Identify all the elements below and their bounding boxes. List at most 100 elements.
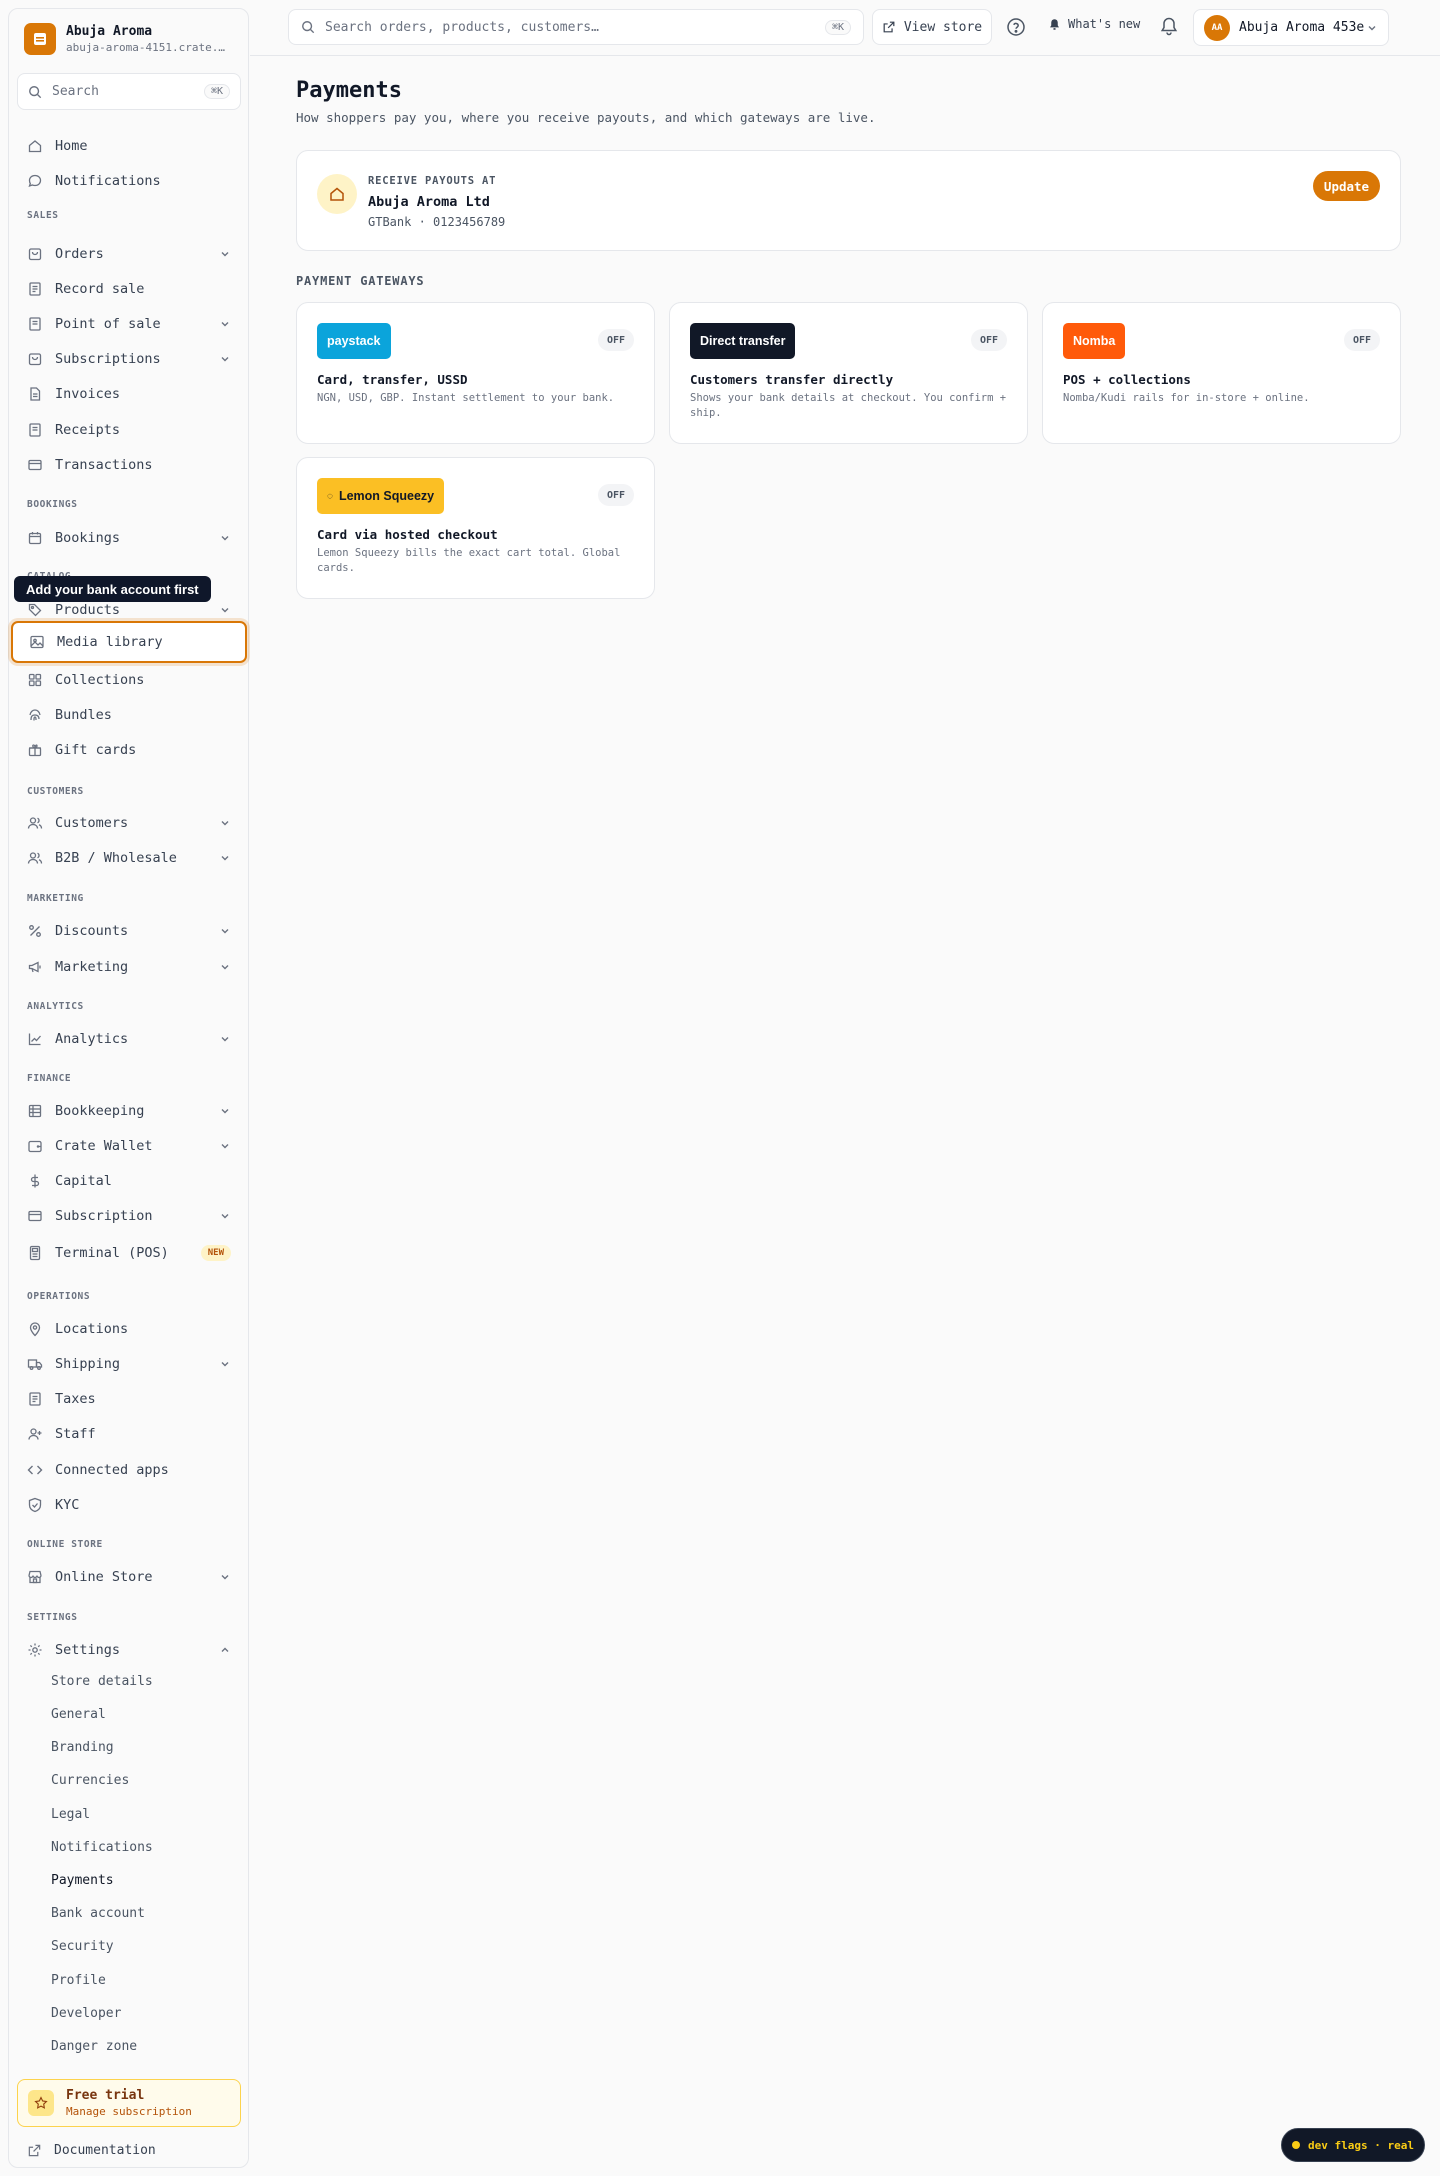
sidebar-search[interactable]: Search ⌘K	[17, 73, 241, 110]
sidebar: Abuja Aroma abuja-aroma-4151.crate.to Se…	[8, 8, 249, 2168]
users-icon	[27, 817, 43, 829]
sidebar-item-kyc[interactable]: KYC	[17, 1489, 241, 1521]
sidebar-item-media-library[interactable]: Media library	[11, 621, 247, 663]
store-switcher[interactable]: Abuja Aroma abuja-aroma-4151.crate.to	[24, 23, 226, 55]
page-title: Payments	[296, 78, 402, 103]
sidebar-item-analytics[interactable]: Analytics	[17, 1023, 241, 1055]
grid-icon	[28, 673, 42, 687]
sidebar-item-b2b-wholesale[interactable]: B2B / Wholesale	[17, 842, 241, 874]
settings-sub-profile[interactable]: Profile	[51, 1973, 106, 1988]
documentation-link[interactable]: Documentation	[27, 2143, 156, 2158]
settings-sub-security[interactable]: Security	[51, 1939, 114, 1954]
settings-sub-payments[interactable]: Payments	[51, 1873, 114, 1888]
gateway-card-paystack[interactable]: paystack OFF Card, transfer, USSD NGN, U…	[296, 302, 655, 444]
sidebar-item-marketing[interactable]: Marketing	[17, 951, 241, 983]
line-chart-icon	[28, 1033, 41, 1046]
section-label-settings: SETTINGS	[27, 1612, 78, 1623]
sidebar-item-taxes[interactable]: Taxes	[17, 1383, 241, 1415]
free-trial-card[interactable]: Free trial Manage subscription	[17, 2079, 241, 2127]
sidebar-search-placeholder: Search	[52, 84, 99, 99]
sidebar-item-terminal-pos[interactable]: Terminal (POS) NEW	[17, 1237, 241, 1269]
sidebar-item-bookings[interactable]: Bookings	[17, 522, 241, 554]
chevron-down-icon	[221, 357, 229, 362]
gateway-card-lemon-squeezy[interactable]: ◌ Lemon Squeezy OFF Card via hosted chec…	[296, 457, 655, 599]
store-name: Abuja Aroma	[66, 23, 153, 39]
gateway-description: NGN, USD, GBP. Instant settlement to you…	[317, 392, 615, 404]
sidebar-item-subscription[interactable]: Subscription	[17, 1200, 241, 1232]
bell-icon	[1160, 17, 1178, 36]
status-dot-icon	[1292, 2141, 1301, 2149]
sidebar-item-gift-cards[interactable]: Gift cards	[17, 734, 241, 766]
sidebar-item-connected-apps[interactable]: Connected apps	[17, 1454, 241, 1486]
status-badge: OFF	[597, 484, 634, 506]
update-button[interactable]: Update	[1313, 171, 1380, 201]
sidebar-item-collections[interactable]: Collections	[17, 664, 241, 696]
sidebar-item-locations[interactable]: Locations	[17, 1313, 241, 1345]
settings-sub-currencies[interactable]: Currencies	[51, 1773, 129, 1788]
external-link-icon	[28, 2144, 41, 2157]
settings-sub-legal[interactable]: Legal	[51, 1807, 90, 1822]
users-icon	[27, 852, 43, 864]
shortcut-badge: ⌘K	[203, 84, 230, 99]
sidebar-item-transactions[interactable]: Transactions	[17, 449, 241, 481]
sidebar-item-bookkeeping[interactable]: Bookkeeping	[17, 1095, 241, 1127]
help-button[interactable]	[1006, 17, 1026, 37]
chevron-up-icon	[221, 1647, 229, 1652]
view-store-button[interactable]: View store	[872, 9, 992, 45]
new-badge: NEW	[200, 1245, 231, 1261]
sidebar-item-record-sale[interactable]: Record sale	[17, 273, 241, 305]
paystack-logo: paystack	[317, 323, 391, 359]
sidebar-item-capital[interactable]: Capital	[17, 1165, 241, 1197]
chevron-down-icon	[221, 1144, 229, 1149]
sidebar-item-settings[interactable]: Settings	[17, 1634, 241, 1666]
settings-sub-general[interactable]: General	[51, 1707, 106, 1722]
sidebar-item-orders[interactable]: Orders	[17, 238, 241, 270]
settings-sub-notifications[interactable]: Notifications	[51, 1840, 153, 1855]
sidebar-item-staff[interactable]: Staff	[17, 1418, 241, 1450]
notifications-button[interactable]	[1159, 16, 1179, 36]
sidebar-item-crate-wallet[interactable]: Crate Wallet	[17, 1130, 241, 1162]
settings-sub-branding[interactable]: Branding	[51, 1740, 114, 1755]
section-label-customers: CUSTOMERS	[27, 786, 84, 797]
gateway-card-direct-transfer[interactable]: Direct transfer OFF Customers transfer d…	[669, 302, 1028, 444]
fingerprint-icon	[29, 709, 41, 721]
payout-card: RECEIVE PAYOUTS AT Abuja Aroma Ltd GTBan…	[296, 150, 1401, 251]
chevron-down-icon	[221, 929, 229, 934]
storefront-icon	[28, 1570, 42, 1584]
account-menu[interactable]: AA Abuja Aroma 453e	[1193, 9, 1389, 46]
sidebar-item-home[interactable]: Home	[17, 130, 241, 162]
direct-transfer-logo: Direct transfer	[690, 323, 796, 359]
dev-flags-toggle[interactable]: dev flags · real	[1281, 2128, 1425, 2162]
settings-sub-danger-zone[interactable]: Danger zone	[51, 2039, 137, 2054]
settings-sub-bank-account[interactable]: Bank account	[51, 1906, 145, 1921]
sidebar-item-receipts[interactable]: Receipts	[17, 414, 241, 446]
sidebar-item-discounts[interactable]: Discounts	[17, 915, 241, 947]
bag-icon	[28, 248, 42, 261]
section-label-sales: SALES	[27, 210, 59, 221]
settings-sub-developer[interactable]: Developer	[51, 2006, 121, 2021]
document-icon	[29, 1392, 41, 1406]
sidebar-item-notifications[interactable]: Notifications	[17, 165, 241, 197]
gateway-card-nomba[interactable]: Nomba OFF POS + collections Nomba/Kudi r…	[1042, 302, 1401, 444]
global-search-placeholder: Search orders, products, customers…	[325, 19, 599, 35]
sidebar-item-online-store[interactable]: Online Store	[17, 1561, 241, 1593]
gateway-title: Customers transfer directly	[690, 372, 894, 387]
sidebar-item-subscriptions[interactable]: Subscriptions	[17, 343, 241, 375]
document-icon	[30, 387, 41, 401]
sidebar-item-invoices[interactable]: Invoices	[17, 378, 241, 410]
map-pin-icon	[29, 1322, 41, 1337]
settings-sub-store-details[interactable]: Store details	[51, 1674, 153, 1689]
bell-filled-icon	[1050, 18, 1059, 30]
payout-account-number: GTBank · 0123456789	[368, 215, 506, 229]
whats-new-button[interactable]: What's new	[1048, 17, 1140, 31]
section-label-online-store: ONLINE STORE	[27, 1539, 103, 1550]
sidebar-item-point-of-sale[interactable]: Point of sale	[17, 308, 241, 340]
receipt-icon	[29, 317, 41, 331]
credit-card-icon	[28, 1210, 42, 1222]
sidebar-item-customers[interactable]: Customers	[17, 807, 241, 839]
global-search-input[interactable]: Search orders, products, customers… ⌘K	[288, 9, 864, 45]
manage-subscription-link[interactable]: Manage subscription	[66, 2104, 192, 2119]
chevron-down-icon	[221, 856, 229, 861]
sidebar-item-bundles[interactable]: Bundles	[17, 699, 241, 731]
sidebar-item-shipping[interactable]: Shipping	[17, 1348, 241, 1380]
